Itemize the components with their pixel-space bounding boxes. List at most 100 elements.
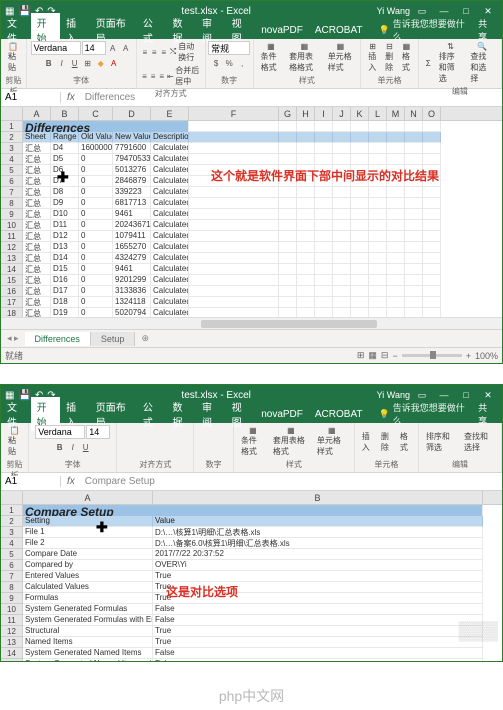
bold-icon[interactable]: B bbox=[54, 441, 66, 453]
table-row[interactable]: 14汇总D1509461Calculated Value Changed. bbox=[1, 264, 502, 275]
table-row[interactable]: 7汇总D80339223Calculated Value Changed. bbox=[1, 187, 502, 198]
sheet-tab-setup[interactable]: Setup bbox=[91, 332, 136, 346]
table-row[interactable]: 10汇总D11020243671Calculated Value Changed… bbox=[1, 220, 502, 231]
cell-style-button[interactable]: ▦单元格样式 bbox=[325, 41, 357, 74]
indent-dec-icon[interactable]: ⇤ bbox=[167, 70, 175, 82]
table-row[interactable]: 11汇总D1201079411Calculated Value Changed. bbox=[1, 231, 502, 242]
sheet-add-icon[interactable]: ⊕ bbox=[135, 333, 155, 344]
table-row[interactable]: 3File 1D:\…\核算1\明细\汇总表格.xls bbox=[1, 527, 502, 538]
cond-format-button[interactable]: ▦条件格式 bbox=[258, 41, 284, 74]
font-size-select[interactable]: 14 bbox=[86, 425, 110, 439]
table-row[interactable]: 13Named ItemsTrue bbox=[1, 637, 502, 648]
tab-novapdf[interactable]: novaPDF bbox=[255, 23, 309, 38]
tell-me[interactable]: 💡告诉我您想要做什么… bbox=[379, 17, 471, 43]
paste-button[interactable]: 📋粘贴 bbox=[5, 425, 24, 458]
grid[interactable]: ABCDEFGHIJKLMNO1Differences2SheetRangeOl… bbox=[1, 107, 502, 317]
fx-icon[interactable]: fx bbox=[61, 476, 81, 487]
sort-button[interactable]: ⇅排序和筛选 bbox=[436, 41, 466, 85]
table-row[interactable]: 14System Generated Named ItemsFalse bbox=[1, 648, 502, 659]
table-row[interactable]: 6汇总D702846879Calculated Value Changed. bbox=[1, 176, 502, 187]
table-row[interactable]: 9汇总D1009461Calculated Value Changed. bbox=[1, 209, 502, 220]
maximize-icon[interactable]: □ bbox=[456, 6, 476, 16]
cell-style-button[interactable]: ▦单元格样式 bbox=[314, 425, 350, 458]
align-center-icon[interactable]: ≡ bbox=[149, 70, 157, 82]
font-name-select[interactable]: Verdana bbox=[31, 41, 81, 55]
ribbon-display-icon[interactable]: ▭ bbox=[412, 390, 432, 401]
table-row[interactable]: 17汇总D1801324118Calculated Value Changed. bbox=[1, 297, 502, 308]
name-box[interactable]: A1 bbox=[1, 92, 61, 103]
zoom-slider[interactable] bbox=[402, 354, 462, 357]
format-button[interactable]: 格式 bbox=[397, 430, 414, 454]
view-break-icon[interactable]: ⊟ bbox=[381, 350, 389, 361]
delete-button[interactable]: 删除 bbox=[378, 430, 395, 454]
font-name-select[interactable]: Verdana bbox=[35, 425, 85, 439]
horizontal-scrollbar[interactable] bbox=[1, 317, 502, 329]
sum-button[interactable]: Σ bbox=[423, 58, 434, 69]
sheet-nav-prev[interactable]: ◂ ▸ bbox=[1, 333, 25, 344]
zoom-in-icon[interactable]: + bbox=[466, 351, 471, 361]
table-row[interactable]: 6Compared byOVER\Yi bbox=[1, 560, 502, 571]
maximize-icon[interactable]: □ bbox=[456, 390, 476, 400]
fx-icon[interactable]: fx bbox=[61, 92, 81, 103]
close-icon[interactable]: ✕ bbox=[478, 6, 498, 17]
view-layout-icon[interactable]: ▦ bbox=[368, 350, 377, 361]
bold-icon[interactable]: B bbox=[43, 57, 55, 69]
table-row[interactable]: 18汇总D1905020794Calculated Value Changed. bbox=[1, 308, 502, 317]
paste-button[interactable]: 📋粘贴 bbox=[5, 41, 22, 74]
wrap-button[interactable]: 自动换行 bbox=[178, 41, 200, 63]
find-button[interactable]: 🔍查找和选择 bbox=[467, 41, 497, 85]
name-box[interactable]: A1 bbox=[1, 476, 61, 487]
delete-button[interactable]: ⊟删除 bbox=[382, 41, 397, 74]
table-row[interactable]: 12StructuralTrue bbox=[1, 626, 502, 637]
table-row[interactable]: 4File 2D:\…\备案6.0\核算1\明细\汇总表格.xls bbox=[1, 538, 502, 549]
align-right-icon[interactable]: ≡ bbox=[158, 70, 166, 82]
view-normal-icon[interactable]: ⊞ bbox=[357, 350, 365, 361]
grid[interactable]: AB1Compare Setup2SettingValue3File 1D:\…… bbox=[1, 491, 502, 661]
font-size-select[interactable]: 14 bbox=[82, 41, 106, 55]
align-mid-icon[interactable]: ≡ bbox=[150, 46, 158, 58]
table-row[interactable]: 16汇总D1703133836Calculated Value Changed. bbox=[1, 286, 502, 297]
currency-icon[interactable]: $ bbox=[210, 57, 222, 69]
table-row[interactable]: 15汇总D1609201299Calculated Value Changed. bbox=[1, 275, 502, 286]
merge-button[interactable]: 合并后居中 bbox=[175, 65, 200, 87]
table-row[interactable]: 5Compare Date2017/7/22 20:37:52 bbox=[1, 549, 502, 560]
tab-acrobat[interactable]: ACROBAT bbox=[309, 407, 369, 422]
shrink-font-icon[interactable]: A bbox=[120, 42, 132, 54]
formula-input[interactable]: Compare Setup bbox=[81, 476, 502, 487]
sort-button[interactable]: 排序和筛选 bbox=[423, 430, 459, 454]
table-format-button[interactable]: ▦套用表格格式 bbox=[286, 41, 323, 74]
fill-color-icon[interactable]: ◆ bbox=[95, 57, 107, 69]
find-button[interactable]: 查找和选择 bbox=[461, 430, 497, 454]
comma-icon[interactable]: , bbox=[236, 57, 248, 69]
cond-format-button[interactable]: ▦条件格式 bbox=[238, 425, 268, 458]
border-icon[interactable]: ⊞ bbox=[82, 57, 94, 69]
table-row[interactable]: 4汇总D5079470533Calculated Value Changed. bbox=[1, 154, 502, 165]
align-top-icon[interactable]: ≡ bbox=[141, 46, 149, 58]
minimize-icon[interactable]: — bbox=[434, 6, 454, 16]
formula-input[interactable]: Differences bbox=[81, 92, 502, 103]
minimize-icon[interactable]: — bbox=[434, 390, 454, 400]
table-row[interactable]: 11System Generated Formulas with ErrorsF… bbox=[1, 615, 502, 626]
italic-icon[interactable]: I bbox=[67, 441, 79, 453]
table-row[interactable]: 5汇总D605013276Calculated Value Changed. bbox=[1, 165, 502, 176]
align-bot-icon[interactable]: ≡ bbox=[159, 46, 167, 58]
underline-icon[interactable]: U bbox=[80, 441, 92, 453]
format-button[interactable]: ▦格式 bbox=[399, 41, 414, 74]
table-row[interactable]: 9FormulasTrue bbox=[1, 593, 502, 604]
align-left-icon[interactable]: ≡ bbox=[141, 70, 149, 82]
insert-button[interactable]: ⊞插入 bbox=[365, 41, 380, 74]
table-format-button[interactable]: ▦套用表格格式 bbox=[270, 425, 312, 458]
tell-me[interactable]: 💡告诉我您想要做什么… bbox=[379, 401, 471, 427]
underline-icon[interactable]: U bbox=[69, 57, 81, 69]
grow-font-icon[interactable]: A bbox=[107, 42, 119, 54]
insert-button[interactable]: 插入 bbox=[359, 430, 376, 454]
tab-acrobat[interactable]: ACROBAT bbox=[309, 23, 369, 38]
ribbon-display-icon[interactable]: ▭ bbox=[412, 6, 432, 17]
table-row[interactable]: 15System Generated Named Items with Erro… bbox=[1, 659, 502, 661]
zoom-out-icon[interactable]: − bbox=[392, 351, 397, 361]
table-row[interactable]: 13汇总D1404324279Calculated Value Changed. bbox=[1, 253, 502, 264]
percent-icon[interactable]: % bbox=[223, 57, 235, 69]
orient-icon[interactable]: ⤭ bbox=[169, 46, 177, 58]
user-name[interactable]: Yi Wang bbox=[377, 6, 410, 16]
font-color-icon[interactable]: A bbox=[108, 57, 120, 69]
